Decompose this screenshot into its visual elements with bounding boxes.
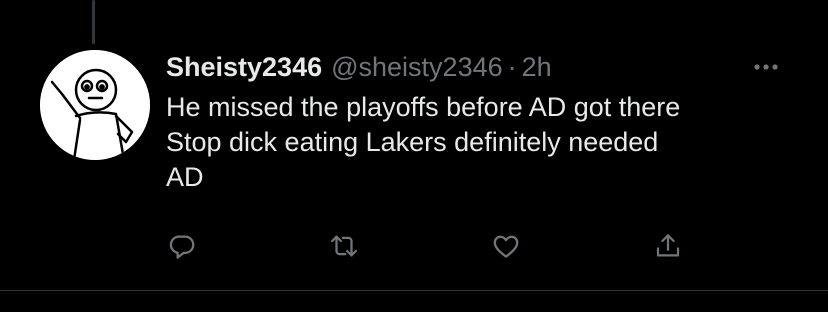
retweet-icon: [331, 235, 357, 257]
avatar-drawing: [40, 50, 150, 160]
tweet-text-line: He missed the playoffs before AD got the…: [166, 92, 681, 122]
thread-connector-line: [92, 0, 95, 44]
tweet-text: He missed the playoffs before AD got the…: [166, 90, 806, 195]
separator-dot: ·: [507, 51, 517, 82]
display-name[interactable]: Sheisty2346: [166, 52, 322, 83]
like-button[interactable]: [488, 228, 524, 264]
user-handle[interactable]: @sheisty2346: [331, 52, 503, 83]
retweet-button[interactable]: [326, 228, 362, 264]
more-options-button[interactable]: [748, 56, 784, 78]
reply-icon: [169, 235, 195, 259]
avatar[interactable]: [40, 50, 150, 160]
heart-icon: [493, 235, 519, 258]
tweet-header: Sheisty2346 @sheisty2346 · 2h: [166, 50, 552, 84]
timestamp[interactable]: 2h: [522, 52, 552, 83]
tweet-text-line: Stop dick eating Lakers definitely neede…: [166, 127, 659, 157]
share-button[interactable]: [650, 228, 686, 264]
tweet-text-line: AD: [166, 162, 204, 192]
reply-button[interactable]: [164, 228, 200, 264]
share-icon: [656, 234, 680, 257]
more-icon: [754, 64, 778, 70]
tweet-divider: [0, 290, 828, 291]
